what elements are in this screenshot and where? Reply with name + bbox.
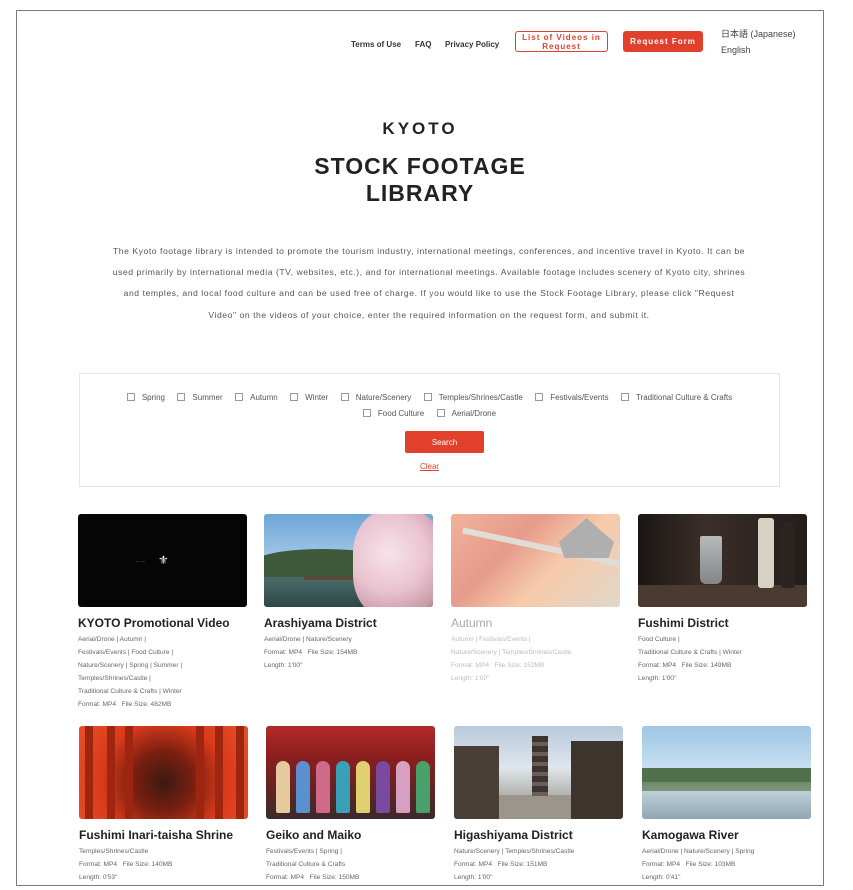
clear-link[interactable]: Clear xyxy=(80,462,779,471)
filter-nature-scenery[interactable]: Nature/Scenery xyxy=(340,393,411,402)
video-meta: Temples/Shrines/Castle Format: MP4 File … xyxy=(79,848,173,881)
video-thumbnail[interactable] xyxy=(454,726,623,819)
checkbox-icon[interactable] xyxy=(340,393,349,401)
filter-summer[interactable]: Summer xyxy=(177,393,223,402)
kanji-logo-icon: ⚜ xyxy=(158,553,169,567)
logo-kyoto: KYOTO xyxy=(382,119,458,138)
video-card-higashiyama[interactable]: Higashiyama District Nature/Scenery | Te… xyxy=(454,726,625,884)
top-nav: Terms of Use FAQ Privacy Policy List of … xyxy=(351,29,823,65)
privacy-policy-link[interactable]: Privacy Policy xyxy=(445,40,499,49)
checkbox-icon[interactable] xyxy=(423,393,432,401)
video-card-arashiyama[interactable]: Arashiyama District Aerial/Drone | Natur… xyxy=(264,514,435,672)
logo-title-line2: LIBRARY xyxy=(365,180,475,206)
video-title[interactable]: Autumn xyxy=(451,616,622,630)
logo-mark-icon: —— xyxy=(136,558,146,563)
faq-link[interactable]: FAQ xyxy=(415,40,431,49)
video-meta: Autumn | Festivals/Events | Nature/Scene… xyxy=(451,636,572,682)
logo-title: STOCK FOOTAGE LIBRARY xyxy=(17,153,823,207)
video-thumbnail[interactable] xyxy=(266,726,435,819)
checkbox-icon[interactable] xyxy=(126,393,135,401)
checkbox-icon[interactable] xyxy=(177,393,186,401)
filter-panel: Spring Summer Autumn Winter Nature/Scene… xyxy=(79,373,780,487)
filter-food-culture[interactable]: Food Culture xyxy=(362,409,424,418)
filter-winter[interactable]: Winter xyxy=(290,393,328,402)
page-frame: Terms of Use FAQ Privacy Policy List of … xyxy=(16,10,824,886)
video-card-kamogawa[interactable]: Kamogawa River Aerial/Drone | Nature/Sce… xyxy=(642,726,813,884)
filter-autumn[interactable]: Autumn xyxy=(235,393,278,402)
video-card-fushimi[interactable]: Fushimi District Food Culture | Traditio… xyxy=(638,514,809,685)
checkbox-icon[interactable] xyxy=(290,393,299,401)
video-card-inari[interactable]: Fushimi Inari-taisha Shrine Temples/Shri… xyxy=(79,726,250,884)
video-thumbnail[interactable] xyxy=(642,726,811,819)
filter-row-2: Food Culture Aerial/Drone xyxy=(80,404,779,422)
video-meta: Nature/Scenery | Temples/Shrines/Castle … xyxy=(454,848,575,881)
checkbox-icon[interactable] xyxy=(620,393,629,401)
video-title[interactable]: Kamogawa River xyxy=(642,828,813,842)
video-thumbnail[interactable] xyxy=(451,514,620,607)
video-card-kyoto-promo[interactable]: —— ⚜ KYOTO Promotional Video Aerial/Dron… xyxy=(78,514,249,711)
filter-aerial-drone[interactable]: Aerial/Drone xyxy=(436,409,496,418)
checkbox-icon[interactable] xyxy=(235,393,244,401)
filter-temples-shrines-castle[interactable]: Temples/Shrines/Castle xyxy=(423,393,523,402)
filter-festivals-events[interactable]: Festivals/Events xyxy=(535,393,609,402)
video-meta: Aerial/Drone | Autumn | Festivals/Events… xyxy=(78,636,183,708)
video-title[interactable]: Arashiyama District xyxy=(264,616,435,630)
video-meta: Festivals/Events | Spring | Traditional … xyxy=(266,848,360,881)
video-thumbnail[interactable] xyxy=(79,726,248,819)
filter-spring[interactable]: Spring xyxy=(126,393,165,402)
video-title[interactable]: Fushimi District xyxy=(638,616,809,630)
video-thumbnail[interactable]: —— ⚜ xyxy=(78,514,247,607)
search-button[interactable]: Search xyxy=(405,431,484,453)
video-title[interactable]: Fushimi Inari-taisha Shrine xyxy=(79,828,250,842)
video-title[interactable]: KYOTO Promotional Video xyxy=(78,616,249,630)
video-meta: Aerial/Drone | Nature/Scenery | Spring F… xyxy=(642,848,755,881)
logo-title-line1: STOCK FOOTAGE xyxy=(314,153,526,179)
checkbox-icon[interactable] xyxy=(436,409,445,417)
checkbox-icon[interactable] xyxy=(535,393,544,401)
video-thumbnail[interactable] xyxy=(638,514,807,607)
filter-traditional-culture[interactable]: Traditional Culture & Crafts xyxy=(620,393,732,402)
video-card-autumn[interactable]: Autumn Autumn | Festivals/Events | Natur… xyxy=(451,514,622,685)
video-card-geiko[interactable]: Geiko and Maiko Festivals/Events | Sprin… xyxy=(266,726,437,884)
terms-of-use-link[interactable]: Terms of Use xyxy=(351,40,401,49)
video-meta: Food Culture | Traditional Culture & Cra… xyxy=(638,636,742,682)
lang-english-link[interactable]: English xyxy=(721,45,751,55)
video-meta: Aerial/Drone | Nature/Scenery Format: MP… xyxy=(264,636,358,669)
checkbox-icon[interactable] xyxy=(362,409,371,417)
video-thumbnail[interactable] xyxy=(264,514,433,607)
video-title[interactable]: Geiko and Maiko xyxy=(266,828,437,842)
list-of-videos-button[interactable]: List of Videos in Request xyxy=(515,31,608,52)
video-title[interactable]: Higashiyama District xyxy=(454,828,625,842)
lang-japanese-link[interactable]: 日本語 (Japanese) xyxy=(721,27,796,40)
intro-text: The Kyoto footage library is intended to… xyxy=(112,246,746,320)
request-form-button[interactable]: Request Form xyxy=(623,31,703,52)
